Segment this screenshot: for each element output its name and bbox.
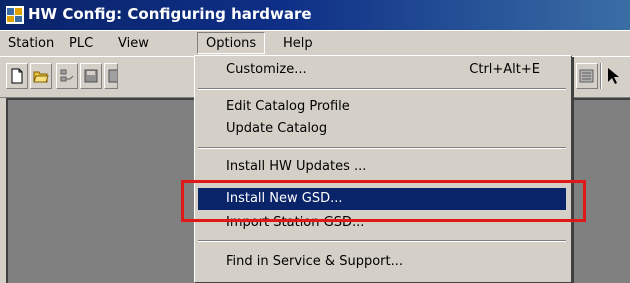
menu-item-update-catalog[interactable]: Update Catalog (198, 118, 566, 140)
menu-bar: Station PLC View Options Help (0, 30, 630, 56)
menu-item-install-hw-updates[interactable]: Install HW Updates ... (198, 154, 566, 174)
menu-item-edit-catalog-profile[interactable]: Edit Catalog Profile (198, 96, 566, 118)
catalog-icon (579, 69, 594, 83)
menu-separator (198, 240, 566, 242)
save-button[interactable] (80, 63, 102, 89)
save-icon (84, 69, 98, 83)
menu-view[interactable]: View (118, 34, 149, 54)
hw-config-app-icon (6, 6, 24, 24)
window-title: HW Config: Configuring hardware (28, 5, 312, 23)
open-button[interactable] (30, 63, 52, 89)
menu-item-import-station-gsd[interactable]: Import Station GSD... (198, 216, 566, 234)
menu-item-customize[interactable]: Customize... Ctrl+Alt+E (198, 59, 566, 81)
title-bar: HW Config: Configuring hardware (0, 0, 630, 30)
menu-separator (198, 147, 566, 149)
menu-item-install-new-gsd[interactable]: Install New GSD... (198, 188, 566, 210)
options-menu: Customize... Ctrl+Alt+E Edit Catalog Pro… (194, 55, 572, 283)
pointer-icon (608, 68, 619, 84)
toolbar-separator (600, 63, 602, 89)
menu-station[interactable]: Station (8, 34, 54, 54)
new-icon (11, 68, 23, 84)
download-button[interactable] (104, 63, 118, 89)
download-icon (108, 69, 117, 83)
catalog-button[interactable] (576, 63, 598, 89)
menu-options[interactable]: Options (197, 32, 266, 54)
menu-item-shortcut: Ctrl+Alt+E (469, 62, 540, 77)
menu-plc[interactable]: PLC (69, 34, 93, 54)
menu-item-find-in-service-support[interactable]: Find in Service & Support... (198, 251, 566, 273)
menu-item-label: Customize... (226, 62, 307, 77)
network-icon (60, 69, 74, 82)
menu-separator (198, 88, 566, 90)
menu-help[interactable]: Help (283, 34, 313, 54)
new-button[interactable] (6, 63, 28, 89)
open-icon (33, 71, 49, 83)
pointer-button[interactable] (606, 67, 620, 89)
network-button[interactable] (56, 63, 78, 89)
